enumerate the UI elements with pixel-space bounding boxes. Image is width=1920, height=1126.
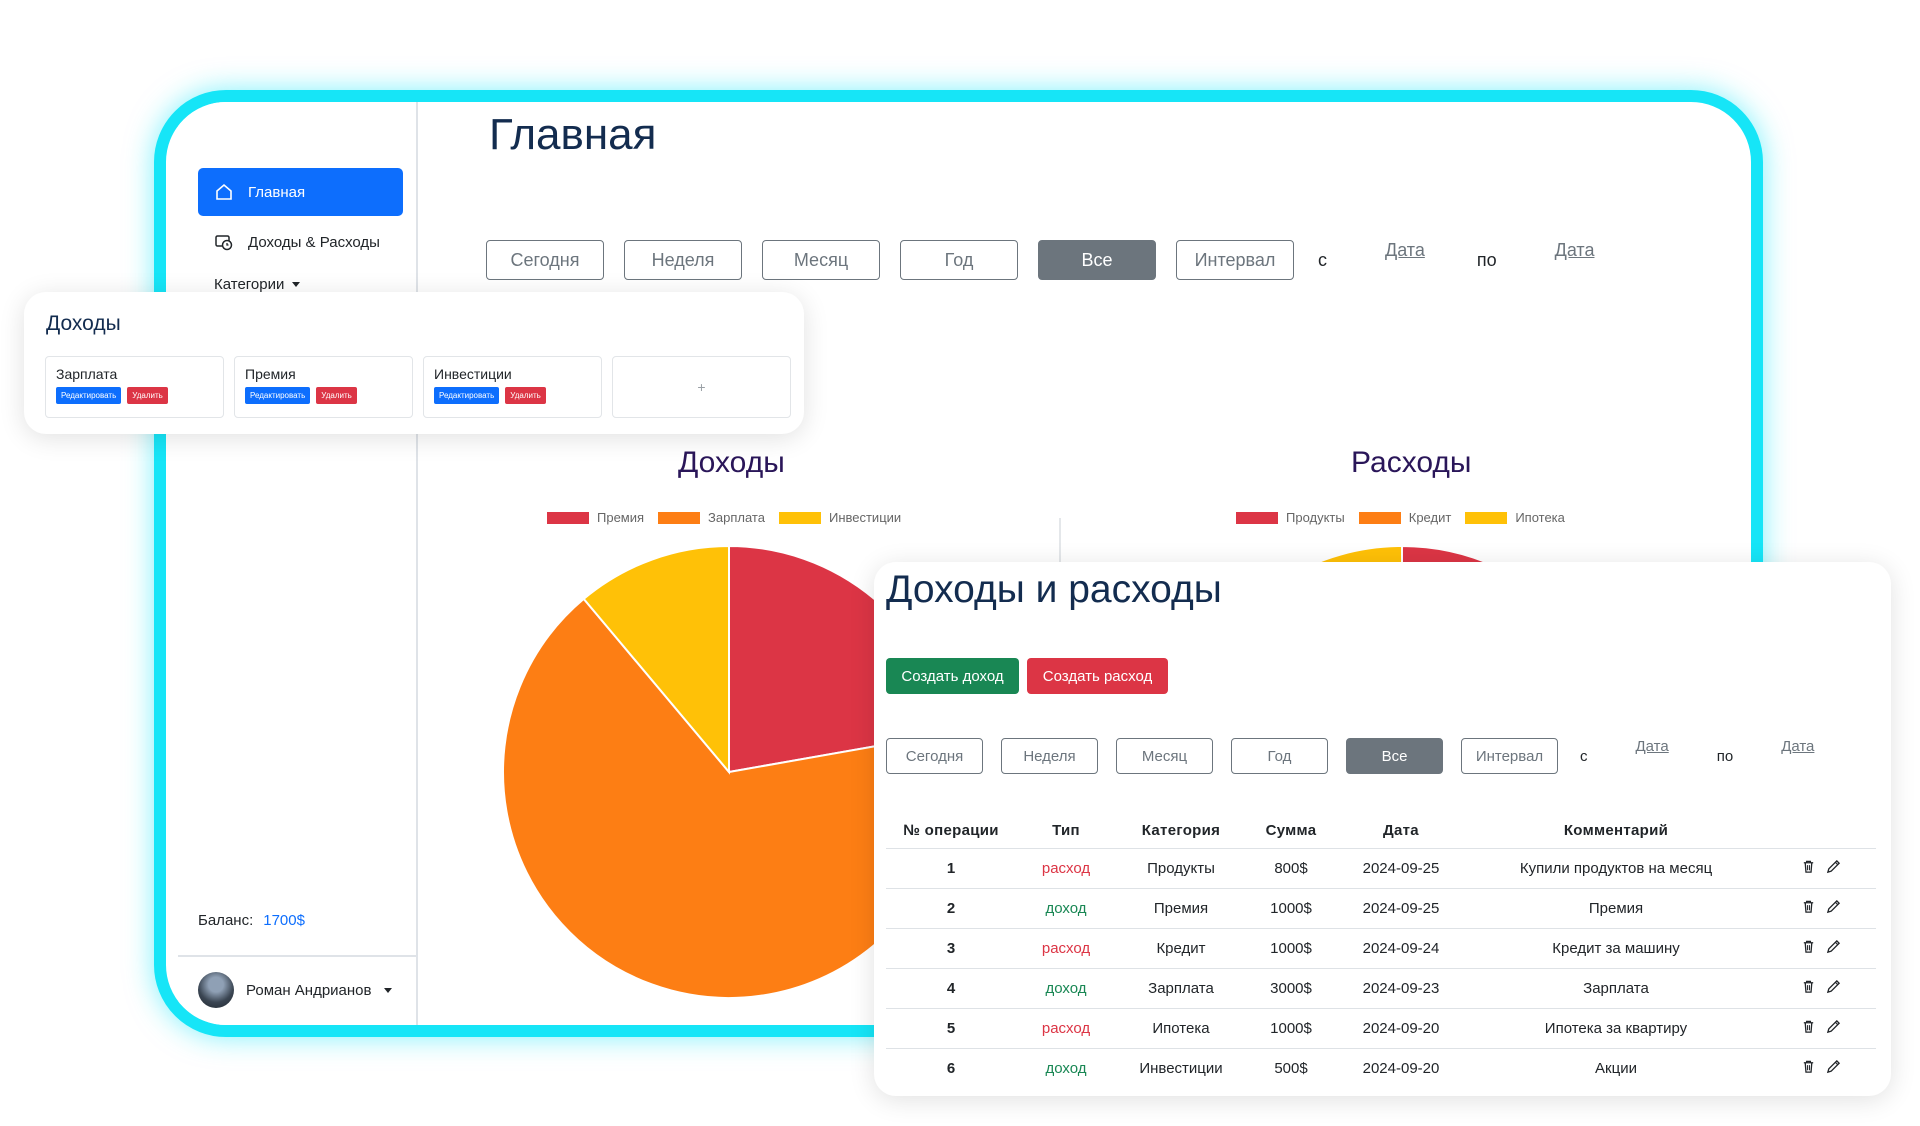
- operation-number: 6: [946, 1059, 956, 1077]
- date-to-picker[interactable]: Дата: [1781, 738, 1814, 755]
- operation-amount: 3000$: [1246, 968, 1336, 1009]
- operation-type: расход: [1016, 848, 1116, 889]
- date-to-label: по: [1716, 747, 1734, 765]
- add-category-button[interactable]: +: [612, 356, 791, 418]
- operation-date: 2024-09-25: [1336, 888, 1466, 929]
- operation-category: Инвестиции: [1139, 1059, 1223, 1077]
- date-from-picker[interactable]: Дата: [1636, 738, 1669, 755]
- operation-number: 5: [886, 1008, 1016, 1049]
- trash-icon[interactable]: [1801, 859, 1816, 874]
- operation-category: Ипотека: [1116, 1008, 1246, 1049]
- operation-type: расход: [1016, 928, 1116, 969]
- category-card: Премия Редактировать Удалить: [234, 356, 413, 418]
- table-row: 6 доход Инвестиции 500$ 2024-09-20 Акции: [886, 1048, 1876, 1088]
- edit-button[interactable]: Редактировать: [245, 387, 311, 404]
- category-card: Инвестиции Редактировать Удалить: [423, 356, 602, 418]
- actions-header: [1766, 814, 1876, 849]
- operation-comment: Ипотека за квартиру: [1466, 1008, 1766, 1049]
- edit-button[interactable]: Редактировать: [56, 387, 122, 404]
- operation-date: 2024-09-25: [1336, 848, 1466, 889]
- filter-button[interactable]: Все: [1346, 738, 1443, 774]
- category-name: Зарплата: [56, 366, 118, 382]
- operation-type: доход: [1016, 968, 1116, 1009]
- table-header-row: № операции Тип Категория Сумма Дата Комм…: [886, 814, 1876, 849]
- trash-icon[interactable]: [1801, 899, 1816, 914]
- operation-number: 2: [886, 888, 1016, 929]
- row-actions: [1766, 968, 1876, 1009]
- create-expense-button[interactable]: Создать расход: [1027, 658, 1168, 694]
- create-income-button[interactable]: Создать доход: [886, 658, 1019, 694]
- operation-amount: 1000$: [1246, 1008, 1336, 1049]
- filter-button[interactable]: Интервал: [1461, 738, 1558, 774]
- table-row: 5 расход Ипотека 1000$ 2024-09-20 Ипотека за …: [886, 1008, 1876, 1049]
- operation-type: доход: [1045, 1059, 1087, 1077]
- column-header: Категория: [1116, 814, 1246, 849]
- trash-icon[interactable]: [1801, 939, 1816, 954]
- row-actions: [1766, 1048, 1876, 1088]
- edit-button[interactable]: Редактировать: [434, 387, 500, 404]
- operation-type: расход: [1016, 1008, 1116, 1049]
- date-from-label: с: [1580, 747, 1588, 765]
- delete-button[interactable]: Удалить: [316, 387, 357, 404]
- operation-category: Продукты: [1116, 848, 1246, 889]
- table-row: 1 расход Продукты 800$ 2024-09-25 Купили прод…: [886, 848, 1876, 889]
- operation-date: 2024-09-20: [1336, 1008, 1466, 1049]
- filter-button[interactable]: Сегодня: [886, 738, 983, 774]
- operation-amount: 800$: [1246, 848, 1336, 889]
- operation-amount: 1000$: [1246, 888, 1336, 929]
- operations-card: Доходы и расходы Создать доход Создать р…: [874, 562, 1891, 1096]
- pencil-icon[interactable]: [1826, 899, 1841, 914]
- pencil-icon[interactable]: [1826, 979, 1841, 994]
- operation-number: 3: [886, 928, 1016, 969]
- operations-title: Доходы и расходы: [886, 568, 1222, 611]
- table-row: 2 доход Премия 1000$ 2024-09-25 Премия: [886, 888, 1876, 929]
- operation-category: Премия: [1116, 888, 1246, 929]
- row-actions: [1766, 928, 1876, 969]
- pencil-icon[interactable]: [1826, 1059, 1841, 1074]
- pencil-icon[interactable]: [1826, 1019, 1841, 1034]
- operation-date: 2024-09-24: [1336, 928, 1466, 969]
- category-name: Премия: [245, 366, 296, 382]
- row-actions: [1766, 888, 1876, 929]
- operation-comment: Зарплата: [1466, 968, 1766, 1009]
- operation-amount: 500$: [1274, 1059, 1308, 1077]
- trash-icon[interactable]: [1801, 979, 1816, 994]
- operation-category: Зарплата: [1116, 968, 1246, 1009]
- filter-button[interactable]: Месяц: [1116, 738, 1213, 774]
- operations-table: № операции Тип Категория Сумма Дата Комм…: [886, 814, 1876, 1088]
- income-card-title: Доходы: [46, 312, 121, 335]
- pencil-icon[interactable]: [1826, 939, 1841, 954]
- table-row: 4 доход Зарплата 3000$ 2024-09-23 Зарплата: [886, 968, 1876, 1009]
- column-header: Комментарий: [1466, 814, 1766, 849]
- row-actions: [1766, 848, 1876, 889]
- operations-filter-bar: Сегодня Неделя Месяц Год Все Интервал с Дата по Д…: [886, 738, 1814, 774]
- filter-button[interactable]: Неделя: [1001, 738, 1098, 774]
- pencil-icon[interactable]: [1826, 859, 1841, 874]
- trash-icon[interactable]: [1801, 1059, 1816, 1074]
- operation-type: доход: [1016, 888, 1116, 929]
- operation-comment: Премия: [1466, 888, 1766, 929]
- column-header: Сумма: [1246, 814, 1336, 849]
- operation-category: Кредит: [1116, 928, 1246, 969]
- category-card: Зарплата Редактировать Удалить: [45, 356, 224, 418]
- column-header: Тип: [1016, 814, 1116, 849]
- operation-comment: Кредит за машину: [1466, 928, 1766, 969]
- column-header: Дата: [1336, 814, 1466, 849]
- delete-button[interactable]: Удалить: [505, 387, 546, 404]
- column-header: № операции: [886, 814, 1016, 849]
- trash-icon[interactable]: [1801, 1019, 1816, 1034]
- operation-comment: Купили продуктов на месяц: [1466, 848, 1766, 889]
- filter-button[interactable]: Год: [1231, 738, 1328, 774]
- operation-date: 2024-09-20: [1362, 1059, 1440, 1077]
- category-name: Инвестиции: [434, 366, 512, 382]
- operation-number: 1: [886, 848, 1016, 889]
- operation-date: 2024-09-23: [1336, 968, 1466, 1009]
- operation-number: 4: [886, 968, 1016, 1009]
- table-row: 3 расход Кредит 1000$ 2024-09-24 Кредит за ма…: [886, 928, 1876, 969]
- operation-comment: Акции: [1595, 1059, 1637, 1077]
- income-categories-card: Доходы Зарплата Редактировать Удалить Пр…: [24, 292, 804, 434]
- row-actions: [1766, 1008, 1876, 1049]
- operation-amount: 1000$: [1246, 928, 1336, 969]
- delete-button[interactable]: Удалить: [127, 387, 168, 404]
